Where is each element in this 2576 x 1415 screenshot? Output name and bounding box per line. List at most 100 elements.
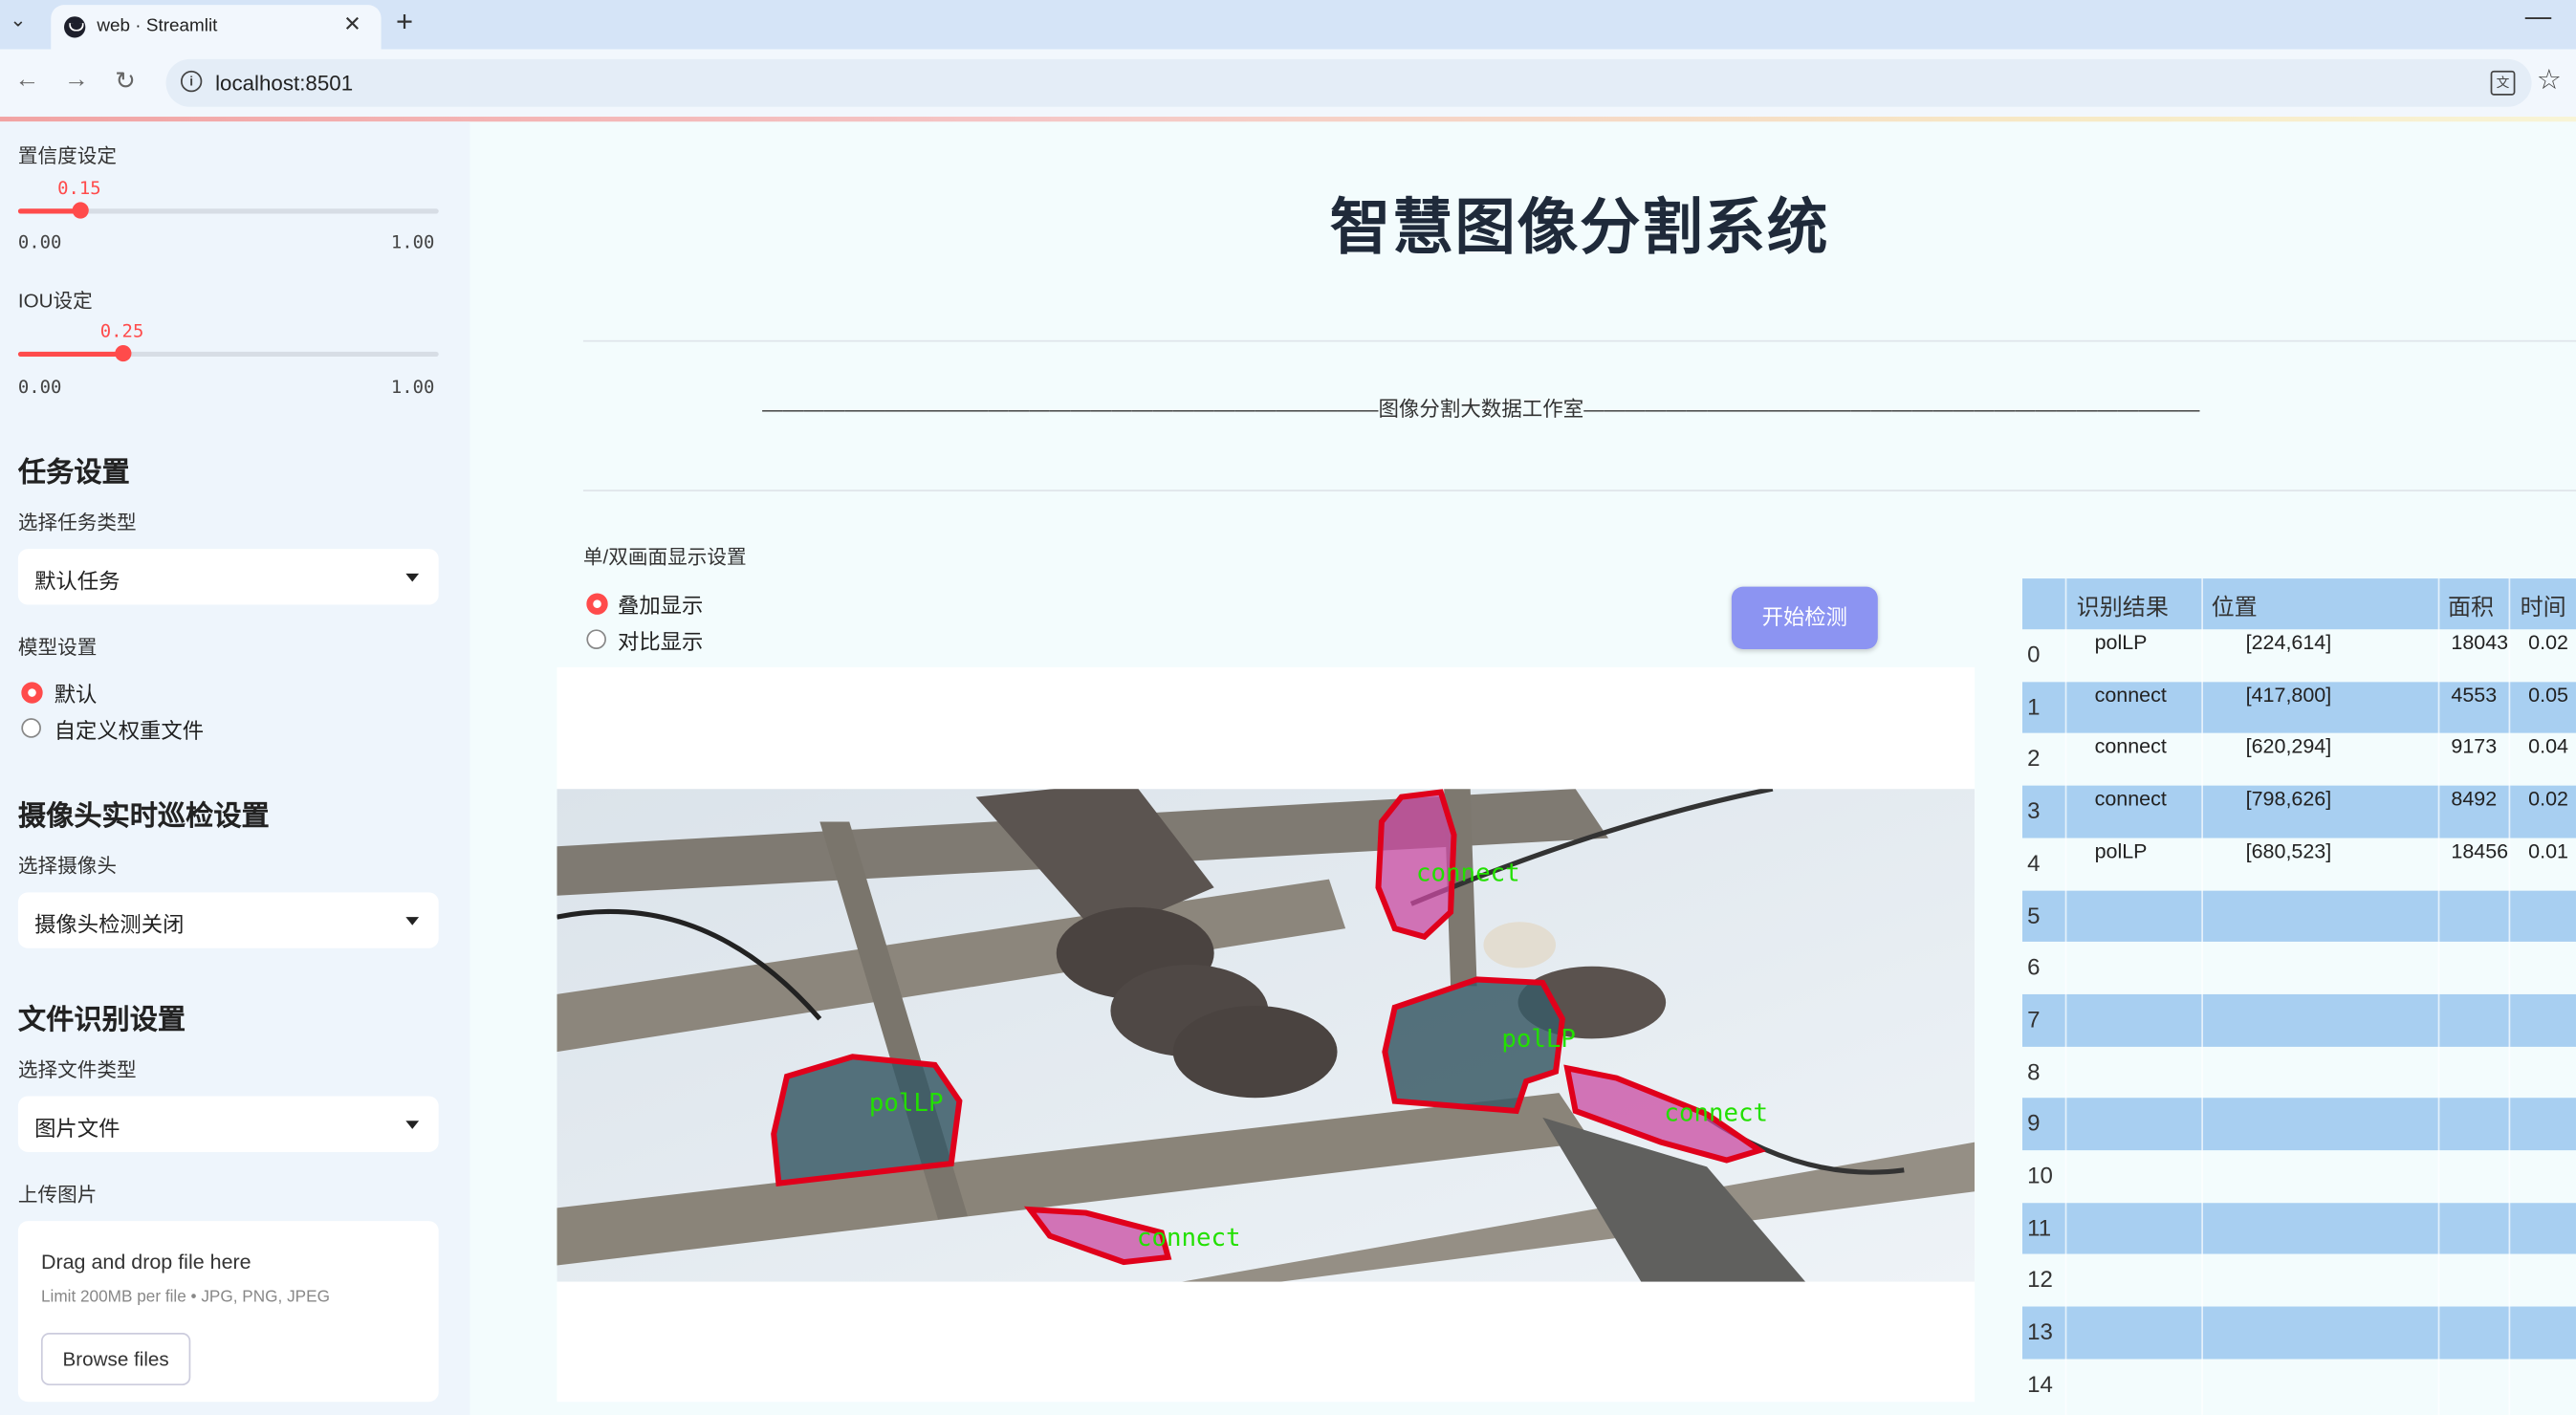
cell-time[interactable]: 0.02 bbox=[2528, 788, 2568, 811]
iou-slider-thumb[interactable] bbox=[115, 344, 132, 362]
task-type-label: 选择任务类型 bbox=[17, 511, 137, 534]
table-row[interactable]: 4 polLP [680,523] 18456 0.01 bbox=[2021, 838, 2576, 891]
table-row[interactable]: 11 bbox=[2021, 1202, 2576, 1255]
iou-slider-fill bbox=[17, 351, 123, 358]
cell-result[interactable]: connect bbox=[2095, 788, 2167, 811]
table-row[interactable]: 2 connect [620,294] 9173 0.04 bbox=[2021, 733, 2576, 787]
row-index: 0 bbox=[2027, 641, 2041, 667]
table-row[interactable]: 6 bbox=[2021, 942, 2576, 995]
dropzone-title: Drag and drop file here bbox=[40, 1251, 251, 1274]
table-row[interactable]: 13 bbox=[2021, 1306, 2576, 1360]
table-row[interactable]: 0 polLP [224,614] 18043 0.02 bbox=[2021, 629, 2576, 683]
camera-label: 选择摄像头 bbox=[17, 854, 118, 878]
task-type-select[interactable]: 默认任务 bbox=[17, 549, 439, 605]
cell-area[interactable]: 18456 bbox=[2451, 839, 2508, 862]
confidence-slider[interactable] bbox=[17, 202, 439, 219]
table-row[interactable]: 1 connect [417,800] 4553 0.05 bbox=[2021, 681, 2576, 734]
model-radio-default[interactable] bbox=[21, 682, 43, 704]
table-row[interactable]: 5 bbox=[2021, 889, 2576, 943]
row-index: 12 bbox=[2027, 1266, 2053, 1293]
cell-time[interactable]: 0.04 bbox=[2528, 735, 2568, 758]
confidence-min: 0.00 bbox=[17, 231, 62, 253]
display-option-compare[interactable]: 对比显示 bbox=[618, 624, 703, 656]
cell-pos[interactable]: [620,294] bbox=[2246, 735, 2332, 758]
close-tab-icon[interactable]: ✕ bbox=[343, 11, 361, 38]
cell-pos[interactable]: [680,523] bbox=[2246, 839, 2332, 862]
translate-icon[interactable]: 文 bbox=[2490, 70, 2516, 96]
display-option-overlay[interactable]: 叠加显示 bbox=[618, 588, 703, 620]
file-dropzone[interactable]: Drag and drop file here Limit 200MB per … bbox=[17, 1221, 439, 1403]
iou-slider[interactable] bbox=[17, 344, 439, 362]
cell-area[interactable]: 18043 bbox=[2451, 631, 2508, 654]
task-section-heading: 任务设置 bbox=[17, 456, 130, 489]
results-table[interactable]: 识别结果 位置 面积 时间 0 polLP [224,614] 18043 0.02 1 c… bbox=[2021, 578, 2576, 1415]
cell-result[interactable]: connect bbox=[2095, 684, 2167, 707]
chevron-down-icon bbox=[405, 573, 420, 582]
url-field[interactable]: i localhost:8501 bbox=[165, 58, 2532, 107]
row-index: 1 bbox=[2027, 692, 2041, 720]
url-text[interactable]: localhost:8501 bbox=[215, 71, 353, 96]
tab-list-chevron-icon[interactable]: ⌄ bbox=[10, 9, 26, 32]
new-tab-icon[interactable]: + bbox=[396, 5, 413, 39]
minimize-window-icon[interactable]: — bbox=[2525, 3, 2551, 33]
header-area[interactable]: 面积 bbox=[2448, 590, 2494, 622]
confidence-slider-fill bbox=[17, 208, 81, 214]
table-row[interactable]: 12 bbox=[2021, 1254, 2576, 1308]
column-separator bbox=[2201, 578, 2203, 1415]
model-option-default[interactable]: 默认 bbox=[55, 677, 98, 708]
back-arrow-icon[interactable]: ← bbox=[14, 66, 39, 94]
cell-time[interactable]: 0.01 bbox=[2528, 839, 2568, 862]
model-radio-custom[interactable] bbox=[21, 718, 41, 738]
file-type-select[interactable]: 图片文件 bbox=[17, 1096, 439, 1152]
iou-max: 1.00 bbox=[390, 376, 435, 398]
camera-value: 摄像头检测关闭 bbox=[34, 911, 185, 937]
cell-area[interactable]: 9173 bbox=[2451, 735, 2497, 758]
forward-arrow-icon[interactable]: → bbox=[64, 66, 89, 94]
table-row[interactable]: 10 bbox=[2021, 1150, 2576, 1204]
start-detection-button[interactable]: 开始检测 bbox=[1731, 586, 1878, 649]
reload-icon[interactable]: ↻ bbox=[115, 66, 136, 95]
browser-tab[interactable]: web · Streamlit ✕ bbox=[51, 5, 382, 50]
header-result[interactable]: 识别结果 bbox=[2077, 590, 2169, 622]
cell-pos[interactable]: [798,626] bbox=[2246, 788, 2332, 811]
file-type-label: 选择文件类型 bbox=[17, 1057, 137, 1082]
cell-result[interactable]: connect bbox=[2095, 735, 2167, 758]
row-index: 8 bbox=[2027, 1057, 2041, 1084]
camera-select[interactable]: 摄像头检测关闭 bbox=[17, 892, 439, 948]
streamlit-favicon-icon bbox=[64, 16, 86, 38]
cell-area[interactable]: 4553 bbox=[2451, 684, 2497, 707]
cell-result[interactable]: polLP bbox=[2095, 839, 2148, 862]
row-index: 11 bbox=[2027, 1213, 2052, 1241]
model-option-custom[interactable]: 自定义权重文件 bbox=[55, 713, 204, 745]
cell-area[interactable]: 8492 bbox=[2451, 788, 2497, 811]
address-bar-row: ← → ↻ i localhost:8501 文 ☆ bbox=[0, 49, 2576, 119]
divider-top bbox=[582, 339, 2576, 342]
table-row[interactable]: 14 bbox=[2021, 1359, 2576, 1412]
site-info-icon[interactable]: i bbox=[180, 70, 203, 93]
row-index: 3 bbox=[2027, 796, 2041, 824]
table-row[interactable]: 3 connect [798,626] 8492 0.02 bbox=[2021, 785, 2576, 838]
bookmark-star-icon[interactable]: ☆ bbox=[2537, 64, 2562, 97]
cell-time[interactable]: 0.02 bbox=[2528, 631, 2568, 654]
cell-time[interactable]: 0.05 bbox=[2528, 684, 2568, 707]
table-header: 识别结果 位置 面积 时间 bbox=[2021, 578, 2576, 630]
browse-files-button[interactable]: Browse files bbox=[40, 1333, 191, 1386]
row-index: 2 bbox=[2027, 745, 2041, 772]
table-row[interactable]: 9 bbox=[2021, 1098, 2576, 1151]
display-radio-compare[interactable] bbox=[586, 629, 606, 649]
display-radio-overlay[interactable] bbox=[586, 593, 608, 615]
row-index: 7 bbox=[2027, 1005, 2041, 1033]
confidence-slider-thumb[interactable] bbox=[72, 202, 89, 219]
cell-pos[interactable]: [224,614] bbox=[2246, 631, 2332, 654]
chevron-down-icon bbox=[405, 917, 420, 925]
cell-pos[interactable]: [417,800] bbox=[2246, 684, 2332, 707]
dropzone-limit: Limit 200MB per file • JPG, PNG, JPEG bbox=[40, 1288, 330, 1307]
column-separator bbox=[2508, 578, 2511, 1415]
table-row[interactable]: 8 bbox=[2021, 1046, 2576, 1099]
chevron-down-icon bbox=[405, 1121, 420, 1129]
cell-result[interactable]: polLP bbox=[2095, 631, 2148, 654]
header-time[interactable]: 时间 bbox=[2521, 590, 2566, 622]
tab-title: web · Streamlit bbox=[97, 16, 218, 36]
table-row[interactable]: 7 bbox=[2021, 993, 2576, 1047]
header-position[interactable]: 位置 bbox=[2212, 590, 2258, 622]
